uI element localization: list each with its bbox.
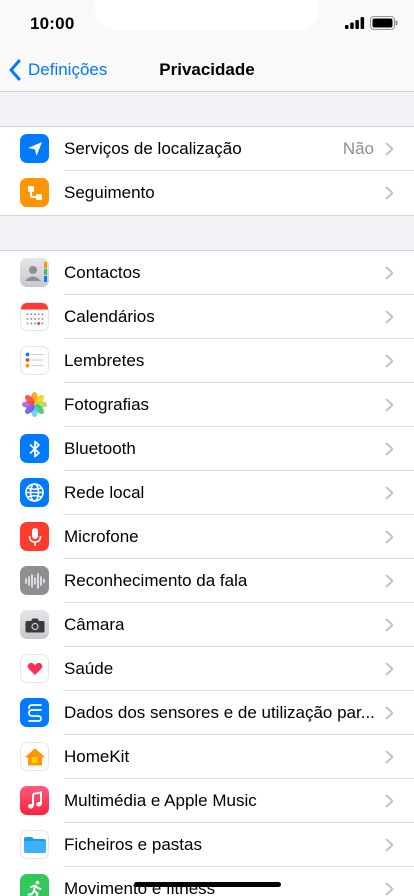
- row-label: Rede local: [64, 483, 145, 502]
- reminders-icon: [20, 346, 49, 375]
- chevron-right-icon: [385, 662, 394, 676]
- row-contacts[interactable]: Contactos: [0, 251, 414, 295]
- chevron-right-icon: [385, 354, 394, 368]
- back-button[interactable]: Definições: [8, 48, 107, 92]
- row-location-services[interactable]: Serviços de localização Não: [0, 127, 414, 171]
- row-label: Multimédia e Apple Music: [64, 791, 257, 810]
- row-label: Seguimento: [64, 183, 155, 202]
- chevron-right-icon: [385, 838, 394, 852]
- row-label: Ficheiros e pastas: [64, 835, 202, 854]
- chevron-right-icon: [385, 486, 394, 500]
- tracking-icon: [20, 178, 49, 207]
- chevron-right-icon: [385, 310, 394, 324]
- row-label: Fotografias: [64, 395, 150, 414]
- row-label: Lembretes: [64, 351, 145, 370]
- row-homekit[interactable]: HomeKit: [0, 735, 414, 779]
- chevron-right-icon: [385, 882, 394, 896]
- row-label: Dados dos sensores e de utilização par..…: [64, 703, 375, 722]
- chevron-right-icon: [385, 142, 394, 156]
- chevron-right-icon: [385, 574, 394, 588]
- bluetooth-icon: [20, 434, 49, 463]
- chevron-right-icon: [385, 530, 394, 544]
- home-icon: [20, 742, 49, 771]
- back-button-label: Definições: [28, 60, 108, 79]
- settings-list: Serviços de localização Não Seguimento C…: [0, 92, 414, 896]
- section-gap: [0, 216, 414, 251]
- row-label: Reconhecimento da fala: [64, 571, 248, 590]
- cellular-signal-icon: [345, 17, 365, 29]
- status-time: 10:00: [30, 14, 75, 33]
- row-files-folders[interactable]: Ficheiros e pastas: [0, 823, 414, 867]
- chevron-right-icon: [385, 186, 394, 200]
- location-arrow-icon: [20, 134, 49, 163]
- home-indicator[interactable]: [134, 882, 281, 887]
- battery-icon: [370, 16, 398, 30]
- row-media-apple-music[interactable]: Multimédia e Apple Music: [0, 779, 414, 823]
- row-label: HomeKit: [64, 747, 130, 766]
- row-bluetooth[interactable]: Bluetooth: [0, 427, 414, 471]
- sensor-data-icon: [20, 698, 49, 727]
- fitness-runner-icon: [20, 874, 49, 896]
- waveform-icon: [20, 566, 49, 595]
- chevron-right-icon: [385, 750, 394, 764]
- chevron-right-icon: [385, 266, 394, 280]
- row-label: Saúde: [64, 659, 114, 678]
- row-sensor-data[interactable]: Dados dos sensores e de utilização par..…: [0, 691, 414, 735]
- chevron-right-icon: [385, 794, 394, 808]
- chevron-left-icon: [9, 59, 21, 81]
- camera-icon: [20, 610, 49, 639]
- photos-icon: [20, 390, 49, 419]
- row-label: Calendários: [64, 307, 155, 326]
- row-label: Serviços de localização: [64, 139, 242, 158]
- chevron-right-icon: [385, 398, 394, 412]
- navigation-bar: Privacidade Definições: [0, 48, 414, 92]
- row-label: Bluetooth: [64, 439, 136, 458]
- row-label: Microfone: [64, 527, 139, 546]
- microphone-icon: [20, 522, 49, 551]
- contacts-icon: [20, 258, 49, 287]
- row-microphone[interactable]: Microfone: [0, 515, 414, 559]
- folder-icon: [20, 830, 49, 859]
- notch: [95, 0, 319, 30]
- row-reminders[interactable]: Lembretes: [0, 339, 414, 383]
- row-photos[interactable]: Fotografias: [0, 383, 414, 427]
- status-bar: 10:00: [0, 0, 414, 48]
- row-detail: Não: [342, 139, 374, 158]
- row-local-network[interactable]: Rede local: [0, 471, 414, 515]
- chevron-right-icon: [385, 618, 394, 632]
- section-gap: [0, 92, 414, 127]
- row-tracking[interactable]: Seguimento: [0, 171, 414, 215]
- music-note-icon: [20, 786, 49, 815]
- row-calendars[interactable]: Calendários: [0, 295, 414, 339]
- row-camera[interactable]: Câmara: [0, 603, 414, 647]
- row-speech-recognition[interactable]: Reconhecimento da fala: [0, 559, 414, 603]
- calendar-icon: [20, 302, 49, 331]
- heart-icon: [20, 654, 49, 683]
- row-label: Contactos: [64, 263, 141, 282]
- group-permissions: Contactos Calendários Lembretes Fotograf…: [0, 251, 414, 896]
- group-tracking: Serviços de localização Não Seguimento: [0, 127, 414, 216]
- globe-icon: [20, 478, 49, 507]
- chevron-right-icon: [385, 706, 394, 720]
- chevron-right-icon: [385, 442, 394, 456]
- row-health[interactable]: Saúde: [0, 647, 414, 691]
- row-label: Câmara: [64, 615, 125, 634]
